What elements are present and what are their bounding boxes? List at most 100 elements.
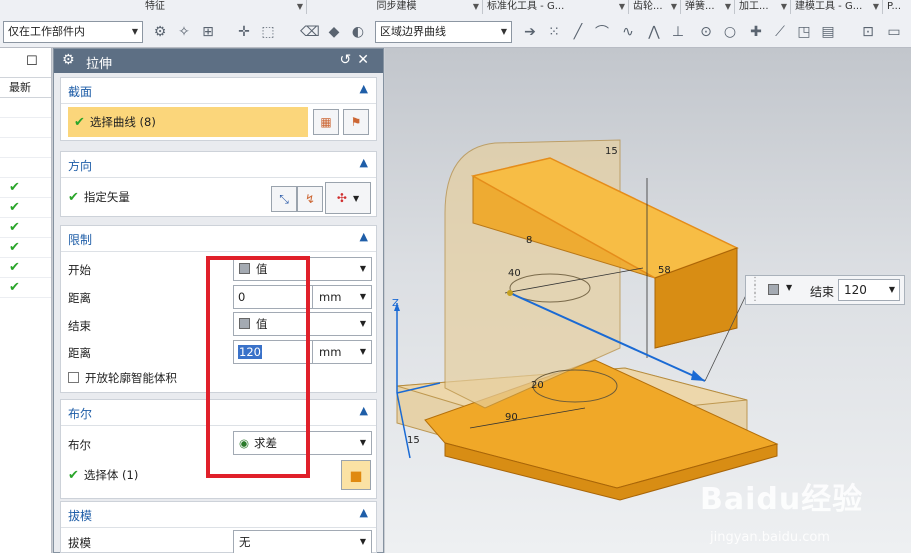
selection-toolbar: 仅在工作部件内 ▼ ⚙ ✧ ⊞ ✛ ⬚ ⌫ ◆ ◐ 区域边界曲线 ▼ ➔ ⁙ ╱ ⌒… [0,18,911,46]
box-select-icon[interactable]: ⬚ [258,22,278,42]
ribbon-group-row: 特征 ▼ 同步建模 ▼ 标准化工具 - G... ▼ 齿轮... ▼ 弹簧... ▼ 加工… [0,0,911,14]
check-icon: ✔ [74,115,85,130]
assembly-icon[interactable]: ✧ [174,22,194,42]
chevron-up-icon[interactable]: ▲ [360,156,368,169]
group-gear[interactable]: 齿轮... ▼ [629,0,681,14]
check-icon: ✔ [9,200,20,215]
dialog-title: 拉伸 [86,57,113,72]
solid-cube-icon[interactable]: ◆ [324,22,344,42]
direction-header[interactable]: 方向 ▲ [61,152,376,178]
end-distance-hud[interactable]: ⋮ ⋮ ⋮ ▼ 结束 120 ▼ [745,275,905,305]
draft-label: 拔模 [68,536,91,550]
cube-icon[interactable] [768,284,779,295]
limits-header[interactable]: 限制 ▲ [61,226,376,252]
group-feature[interactable]: 特征 ▼ [0,0,307,14]
z-axis-label: Z [392,298,399,309]
list-item[interactable]: ✔ [0,238,51,258]
list-item[interactable] [0,98,51,118]
select-body-row: ✔ 选择体 (1) [68,468,139,483]
dimension-label: 15 [605,146,618,157]
dimension-label: 8 [526,235,532,246]
specify-vector-row: ✔ 指定矢量 [68,190,130,205]
curve-icon[interactable]: ∿ [618,22,638,42]
ribbon-toolbar: 特征 ▼ 同步建模 ▼ 标准化工具 - G... ▼ 齿轮... ▼ 弹簧... ▼ 加工… [0,0,911,48]
section-header[interactable]: 截面 ▲ [61,78,376,104]
curve-section-button[interactable]: ⚑ [343,109,369,135]
component-icon[interactable]: ⚙ [150,22,170,42]
reverse-direction-button[interactable]: ⤡ [271,186,297,212]
chevron-up-icon[interactable]: ▲ [360,404,368,417]
column-latest[interactable]: 最新 [0,78,51,98]
list-item[interactable]: ✔ [0,278,51,298]
polyline-icon[interactable]: ⋀ [644,22,664,42]
select-body-button[interactable]: ◼ [341,460,371,490]
group-spring[interactable]: 弹簧... ▼ [681,0,735,14]
select-curve-field[interactable]: ✔ 选择曲线 (8) [68,107,308,137]
list-item[interactable] [0,158,51,178]
list-item[interactable]: ✔ [0,198,51,218]
start-unit-dropdown[interactable]: mm ▼ [312,285,372,309]
start-label: 开始 [68,263,91,277]
draft-dropdown[interactable]: 无 ▼ [233,530,372,553]
face-icon[interactable]: ◳ [794,22,814,42]
list-item[interactable]: ✔ [0,178,51,198]
check-icon: ✔ [9,260,20,275]
arc-icon[interactable]: ⌒ [592,22,612,42]
open-profile-checkbox[interactable] [68,372,79,383]
circle-icon[interactable]: ○ [720,22,740,42]
selection-filter-combo[interactable]: 仅在工作部件内 ▼ [3,21,143,43]
end-unit-dropdown[interactable]: mm ▼ [312,340,372,364]
grip-icon[interactable]: ⋮ ⋮ ⋮ [750,277,760,303]
check-icon: ✔ [68,468,79,483]
view-fit-icon[interactable]: ⊡ [858,22,878,42]
dimension-label: 20 [531,380,544,391]
window-icon[interactable]: ▭ [884,22,904,42]
intersection-icon[interactable]: ✚ [746,22,766,42]
group-sync-modeling[interactable]: 同步建模 ▼ [307,0,483,14]
list-item[interactable] [0,138,51,158]
snap-icon[interactable]: ✛ [234,22,254,42]
group-more[interactable]: P... [883,0,911,14]
line-icon[interactable]: ╱ [568,22,588,42]
eraser-icon[interactable]: ⌫ [300,22,320,42]
tangent-icon[interactable]: ⟋ [770,22,790,42]
section-panel: 截面 ▲ ✔ 选择曲线 (8) ▦ ⚑ [60,77,377,141]
hud-end-value-input[interactable]: 120 ▼ [838,279,900,301]
end-label: 结束 [68,319,91,333]
close-icon[interactable]: ✕ [357,52,375,68]
curve-rule-combo[interactable]: 区域边界曲线 ▼ [375,21,512,43]
list-item[interactable]: ✔ [0,218,51,238]
gear-icon[interactable]: ⚙ [62,52,75,68]
check-icon: ✔ [9,180,20,195]
end-distance-label: 距离 [68,346,91,360]
navigator-header: ☐ [0,48,51,78]
vector-dialog-button[interactable]: ↯ [297,186,323,212]
chevron-up-icon[interactable]: ▲ [360,82,368,95]
annotation-highlight-box [206,256,310,478]
rotate-icon[interactable]: ◐ [348,22,368,42]
chevron-up-icon[interactable]: ▲ [360,230,368,243]
select-icon[interactable]: ⊞ [198,22,218,42]
points-icon[interactable]: ⁙ [544,22,564,42]
sketch-section-button[interactable]: ▦ [313,109,339,135]
maximize-icon[interactable]: ☐ [26,54,38,69]
group-modeling-tools[interactable]: 建模工具 - G... ▼ [791,0,883,14]
group-standard-tools[interactable]: 标准化工具 - G... ▼ [483,0,629,14]
dialog-titlebar[interactable]: ⚙ 拉伸 ↺✕ [54,49,383,73]
boolean-label: 布尔 [68,438,91,452]
direction-panel: 方向 ▲ ✔ 指定矢量 ⤡ ↯ ✣ ▼ [60,151,377,217]
sheet-icon[interactable]: ▤ [818,22,838,42]
reset-icon[interactable]: ↺ [340,52,358,68]
open-profile-checkbox-row[interactable]: 开放轮廓智能体积 [68,370,177,386]
check-icon: ✔ [68,190,79,205]
center-icon[interactable]: ⊙ [696,22,716,42]
vector-type-dropdown[interactable]: ✣ ▼ [325,182,371,214]
chevron-up-icon[interactable]: ▲ [360,506,368,519]
draft-header[interactable]: 拔模 ▲ [61,502,376,528]
list-item[interactable]: ✔ [0,258,51,278]
list-item[interactable] [0,118,51,138]
perpendicular-icon[interactable]: ⊥ [668,22,688,42]
arrow-right-icon[interactable]: ➔ [520,22,540,42]
group-machining[interactable]: 加工... ▼ [735,0,791,14]
chevron-down-icon[interactable]: ▼ [786,283,792,292]
